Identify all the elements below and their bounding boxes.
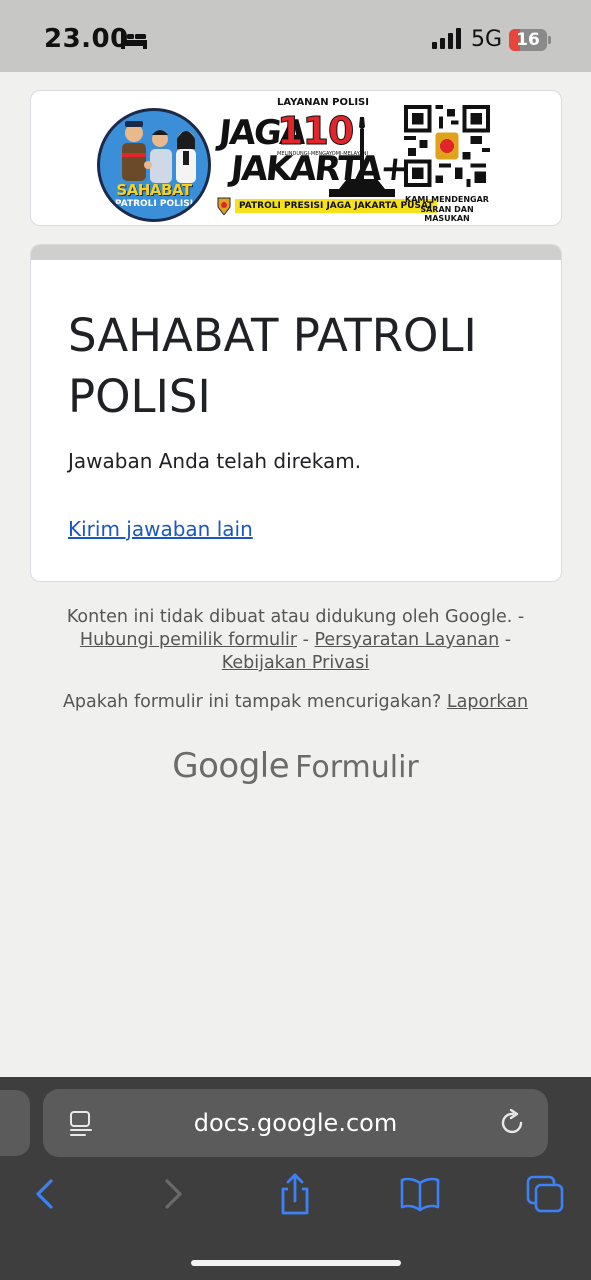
report-question: Apakah formulir ini tampak mencurigakan?: [62, 692, 442, 712]
previous-tab-peek[interactable]: [0, 1090, 30, 1156]
qr-caption-line2: SARAN DAN MASUKAN: [420, 205, 474, 223]
footer-separator: -: [297, 630, 315, 650]
jaga-jakarta-logo: LAYANAN POLISI JAGA 110 MELINDUNGI-MENGA…: [217, 95, 438, 221]
badge-title: SAHABAT: [116, 181, 192, 199]
google-wordmark: Google: [172, 746, 290, 786]
sahabat-patroli-badge: SAHABAT PATROLI POLISI: [97, 108, 211, 222]
browser-chrome: docs.google.com: [0, 1077, 591, 1280]
qr-caption-line1: KAMI MENDENGAR: [405, 195, 489, 204]
badge-subtitle: PATROLI POLISI: [114, 199, 194, 209]
share-icon[interactable]: [270, 1169, 320, 1219]
back-icon[interactable]: [20, 1169, 70, 1219]
contact-owner-link[interactable]: Hubungi pemilik formulir: [80, 630, 297, 650]
forms-footer: Konten ini tidak dibuat atau didukung ol…: [40, 606, 551, 675]
forms-wordmark: Formulir: [295, 750, 419, 785]
battery-level: 16: [516, 30, 540, 50]
confirmation-card: SAHABAT PATROLI POLISI Jawaban Anda tela…: [30, 244, 562, 582]
address-bar[interactable]: docs.google.com: [43, 1089, 548, 1157]
terms-link[interactable]: Persyaratan Layanan: [314, 630, 499, 650]
status-time: 23.00: [44, 24, 129, 54]
network-label: 5G: [471, 27, 503, 52]
reload-icon[interactable]: [499, 1109, 527, 1137]
footer-disclaimer: Konten ini tidak dibuat atau didukung ol…: [66, 607, 525, 627]
bed-icon: [121, 31, 147, 49]
signal-icon: [432, 28, 461, 49]
battery-icon: 16: [509, 29, 551, 51]
response-recorded-message: Jawaban Anda telah direkam.: [68, 449, 362, 473]
submit-another-response-link[interactable]: Kirim jawaban lain: [68, 517, 253, 541]
home-indicator[interactable]: [191, 1260, 401, 1266]
form-title: SAHABAT PATROLI POLISI: [68, 309, 477, 423]
report-row: Apakah formulir ini tampak mencurigakan?…: [0, 692, 591, 712]
google-forms-logo[interactable]: Google Formulir: [0, 746, 591, 786]
footer-separator: -: [499, 630, 512, 650]
form-header-banner: SAHABAT PATROLI POLISI LAYANAN POLISI JA…: [30, 90, 562, 226]
monas-monument-icon: [329, 117, 395, 197]
privacy-link[interactable]: Kebijakan Privasi: [222, 653, 370, 673]
police-figures-illustration: [122, 121, 196, 183]
polri-emblem-icon: [217, 197, 231, 215]
report-link[interactable]: Laporkan: [447, 692, 528, 712]
bookmarks-icon[interactable]: [395, 1169, 445, 1219]
tabs-icon[interactable]: [520, 1169, 570, 1219]
url-text: docs.google.com: [193, 1109, 398, 1137]
service-label: LAYANAN POLISI: [277, 97, 369, 108]
browser-toolbar: [0, 1169, 591, 1219]
forward-icon[interactable]: [148, 1169, 198, 1219]
status-bar: 23.00 5G 16: [0, 0, 591, 72]
qr-code-icon: [404, 105, 490, 187]
card-accent-bar: [31, 245, 561, 260]
